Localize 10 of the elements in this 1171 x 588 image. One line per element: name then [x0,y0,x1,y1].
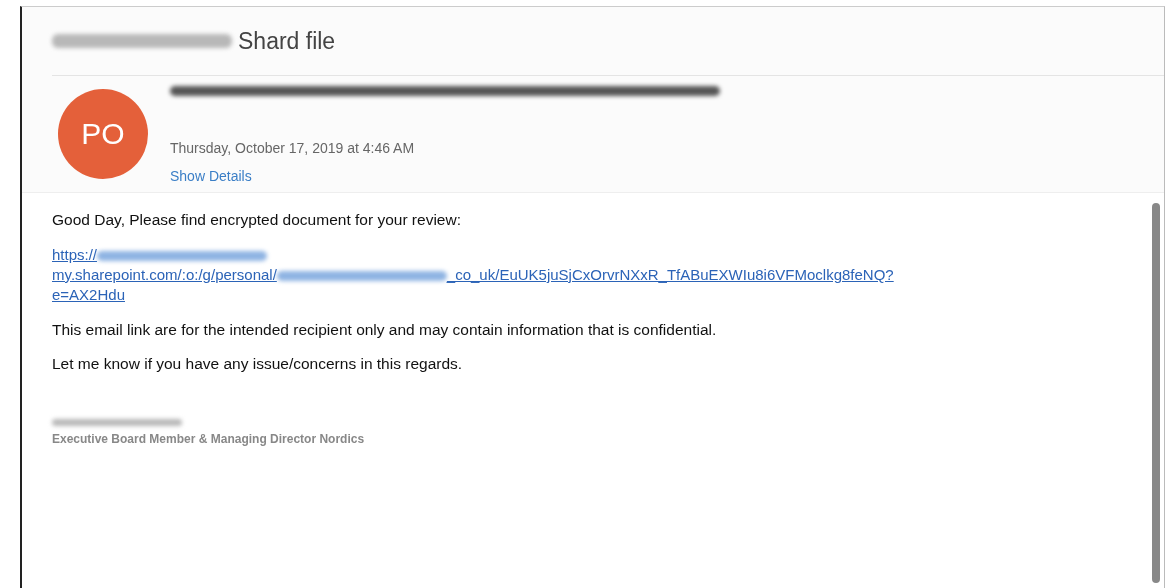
scrollbar[interactable] [1152,203,1160,583]
signature-title: Executive Board Member & Managing Director Nordics [52,432,365,446]
document-link[interactable]: https:// my.sharepoint.com/:o:/g/personal/ _co_uk/EuUK5juSjCxOrvrNXxR_TfABuEXWIu8i6VFMoclkg8feNQ? e=AX2Hdu [52,245,1124,305]
message-text: Let me know if you have any issue/concerns in this regards. [52,355,464,373]
message-text: Good Day, Please find encrypted document for your review: [52,211,462,229]
sent-date: Thursday, October 17, 2019 at 4:46 AM [170,140,415,156]
sender-avatar: PO [58,89,148,179]
show-details-link[interactable]: Show Details [170,168,252,184]
email-subject: Shard file [238,27,336,55]
message-text: This email link are for the intended recipient only and may contain information that is confidential. [52,321,718,339]
